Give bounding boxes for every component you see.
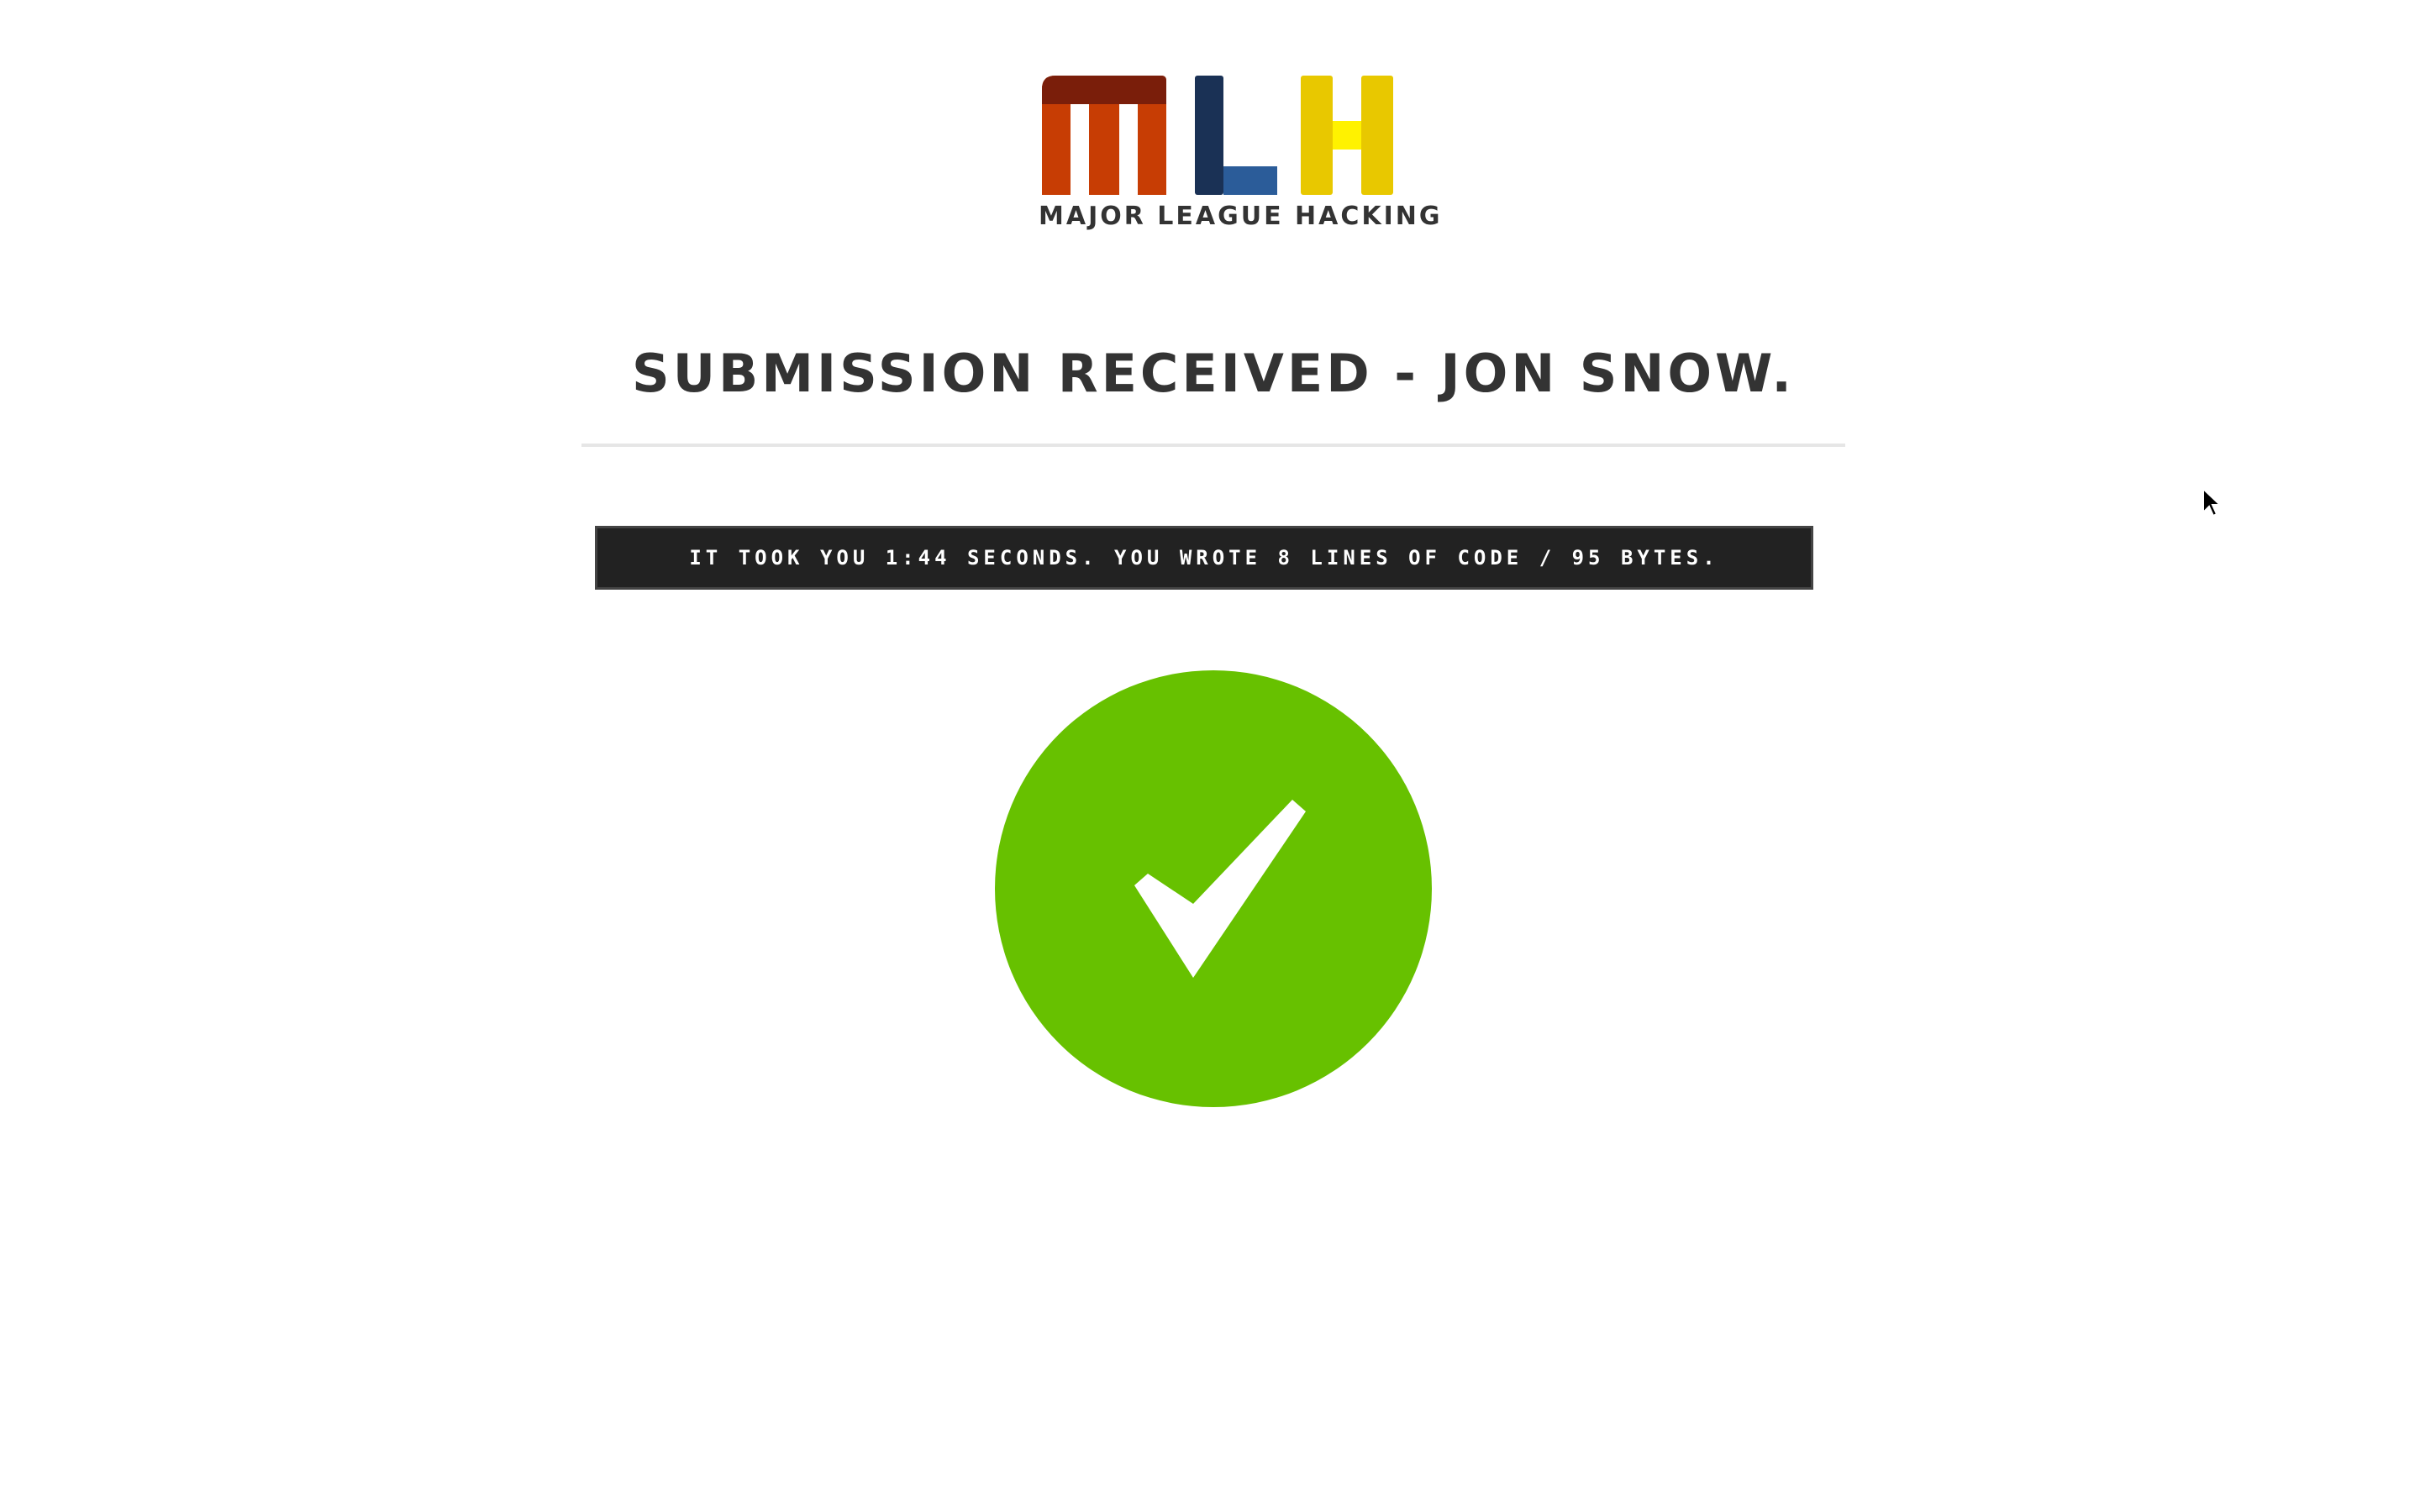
- mlh-logo: MAJOR LEAGUE HACKING: [1039, 74, 1443, 234]
- submission-stats-bar: IT TOOK YOU 1:44 SECONDS. YOU WROTE 8 LI…: [595, 526, 1813, 590]
- checkmark-icon: [1134, 800, 1306, 978]
- submission-stats-text: IT TOOK YOU 1:44 SECONDS. YOU WROTE 8 LI…: [689, 546, 1719, 570]
- mlh-wordmark-icon: [1042, 76, 1393, 195]
- success-status-badge: [995, 670, 1432, 1107]
- title-divider: [581, 444, 1845, 447]
- page-title: SUBMISSION RECEIVED - JON SNOW.: [632, 343, 1795, 404]
- mouse-cursor-icon: [2202, 486, 2223, 517]
- logo-text: MAJOR LEAGUE HACKING: [1039, 202, 1443, 231]
